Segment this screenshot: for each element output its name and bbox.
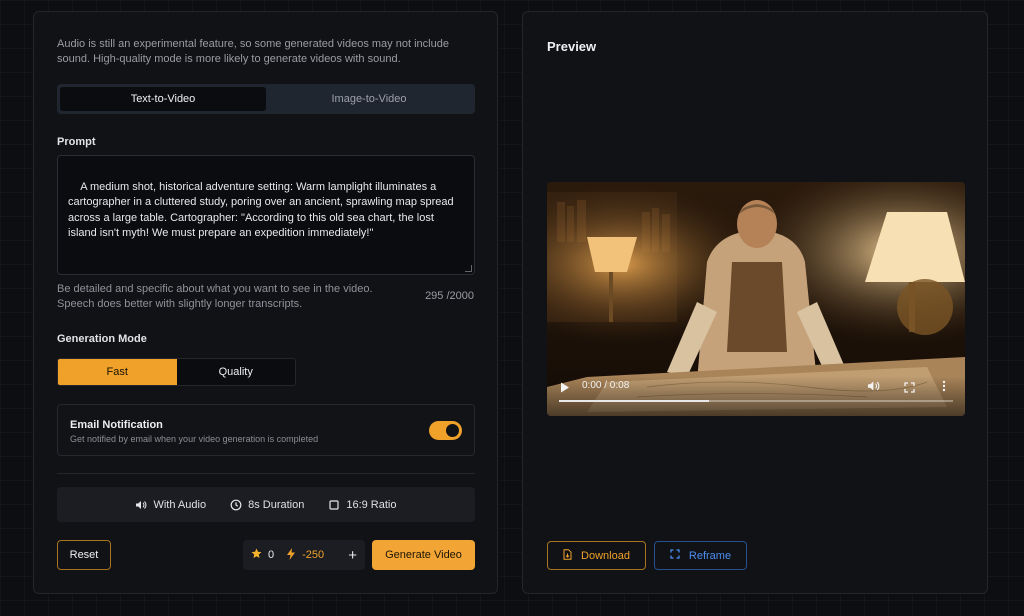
reframe-label: Reframe bbox=[688, 549, 732, 562]
divider bbox=[57, 473, 475, 474]
add-credits-button[interactable]: + bbox=[348, 548, 357, 563]
ratio-feature: 16:9 Ratio bbox=[328, 498, 397, 511]
generation-mode-label: Generation Mode bbox=[57, 333, 147, 345]
video-player[interactable]: 0:00 / 0:08 bbox=[547, 182, 965, 416]
character-counter: 295 /2000 bbox=[425, 290, 474, 302]
video-progress-bar[interactable] bbox=[559, 400, 953, 402]
audio-feature-label: With Audio bbox=[153, 498, 207, 511]
video-progress-fill bbox=[559, 400, 709, 402]
generation-cost: -250 bbox=[302, 549, 325, 561]
aspect-ratio-icon bbox=[328, 499, 340, 511]
tab-text-to-video[interactable]: Text-to-Video bbox=[60, 87, 266, 111]
reframe-icon bbox=[670, 549, 680, 562]
audio-feature: With Audio bbox=[135, 499, 206, 511]
lightning-icon bbox=[286, 547, 296, 563]
video-timestamp: 0:00 / 0:08 bbox=[582, 380, 630, 391]
email-notification-subtitle: Get notified by email when your video ge… bbox=[70, 434, 319, 444]
preview-panel: Preview 0:00 / 0:08 Download Reframe bbox=[522, 11, 988, 594]
generation-mode-toggle: Fast Quality bbox=[57, 358, 296, 386]
speaker-icon bbox=[135, 499, 147, 511]
credits-widget: 0 -250 + bbox=[243, 540, 365, 570]
fast-mode-button[interactable]: Fast bbox=[58, 359, 177, 385]
generate-video-button[interactable]: Generate Video bbox=[372, 540, 475, 570]
email-notification-title: Email Notification bbox=[70, 419, 163, 431]
reset-button[interactable]: Reset bbox=[57, 540, 111, 570]
video-controls: 0:00 / 0:08 bbox=[547, 376, 965, 416]
ratio-feature-label: 16:9 Ratio bbox=[346, 498, 397, 511]
mode-tabs: Text-to-Video Image-to-Video bbox=[57, 84, 475, 114]
fullscreen-icon[interactable] bbox=[904, 380, 915, 398]
tab-image-to-video[interactable]: Image-to-Video bbox=[266, 87, 472, 111]
duration-feature: 8s Duration bbox=[230, 499, 304, 511]
prompt-helper-text: Be detailed and specific about what you … bbox=[57, 283, 373, 310]
feature-summary-bar: With Audio 8s Duration 16:9 Ratio bbox=[57, 487, 475, 522]
star-icon bbox=[251, 548, 262, 562]
email-notification-card: Email Notification Get notified by email… bbox=[57, 404, 475, 456]
prompt-textarea[interactable]: A medium shot, historical adventure sett… bbox=[57, 155, 475, 275]
download-label: Download bbox=[581, 549, 630, 562]
volume-icon[interactable] bbox=[867, 379, 880, 397]
prompt-label: Prompt bbox=[57, 136, 96, 148]
email-notification-toggle[interactable] bbox=[429, 421, 462, 440]
generation-form-panel: Audio is still an experimental feature, … bbox=[33, 11, 498, 594]
reframe-button[interactable]: Reframe bbox=[654, 541, 747, 570]
play-icon[interactable] bbox=[560, 380, 570, 398]
duration-feature-label: 8s Duration bbox=[248, 498, 305, 511]
file-download-icon bbox=[563, 548, 572, 563]
prompt-text: A medium shot, historical adventure sett… bbox=[68, 180, 457, 240]
audio-notice: Audio is still an experimental feature, … bbox=[57, 38, 449, 65]
preview-title: Preview bbox=[547, 39, 597, 54]
resize-handle-icon[interactable] bbox=[465, 265, 472, 272]
toggle-knob bbox=[446, 424, 459, 437]
download-button[interactable]: Download bbox=[547, 541, 646, 570]
more-options-icon[interactable] bbox=[942, 379, 946, 397]
clock-icon bbox=[230, 499, 242, 511]
quality-mode-button[interactable]: Quality bbox=[176, 359, 295, 385]
credit-balance: 0 bbox=[268, 549, 275, 561]
